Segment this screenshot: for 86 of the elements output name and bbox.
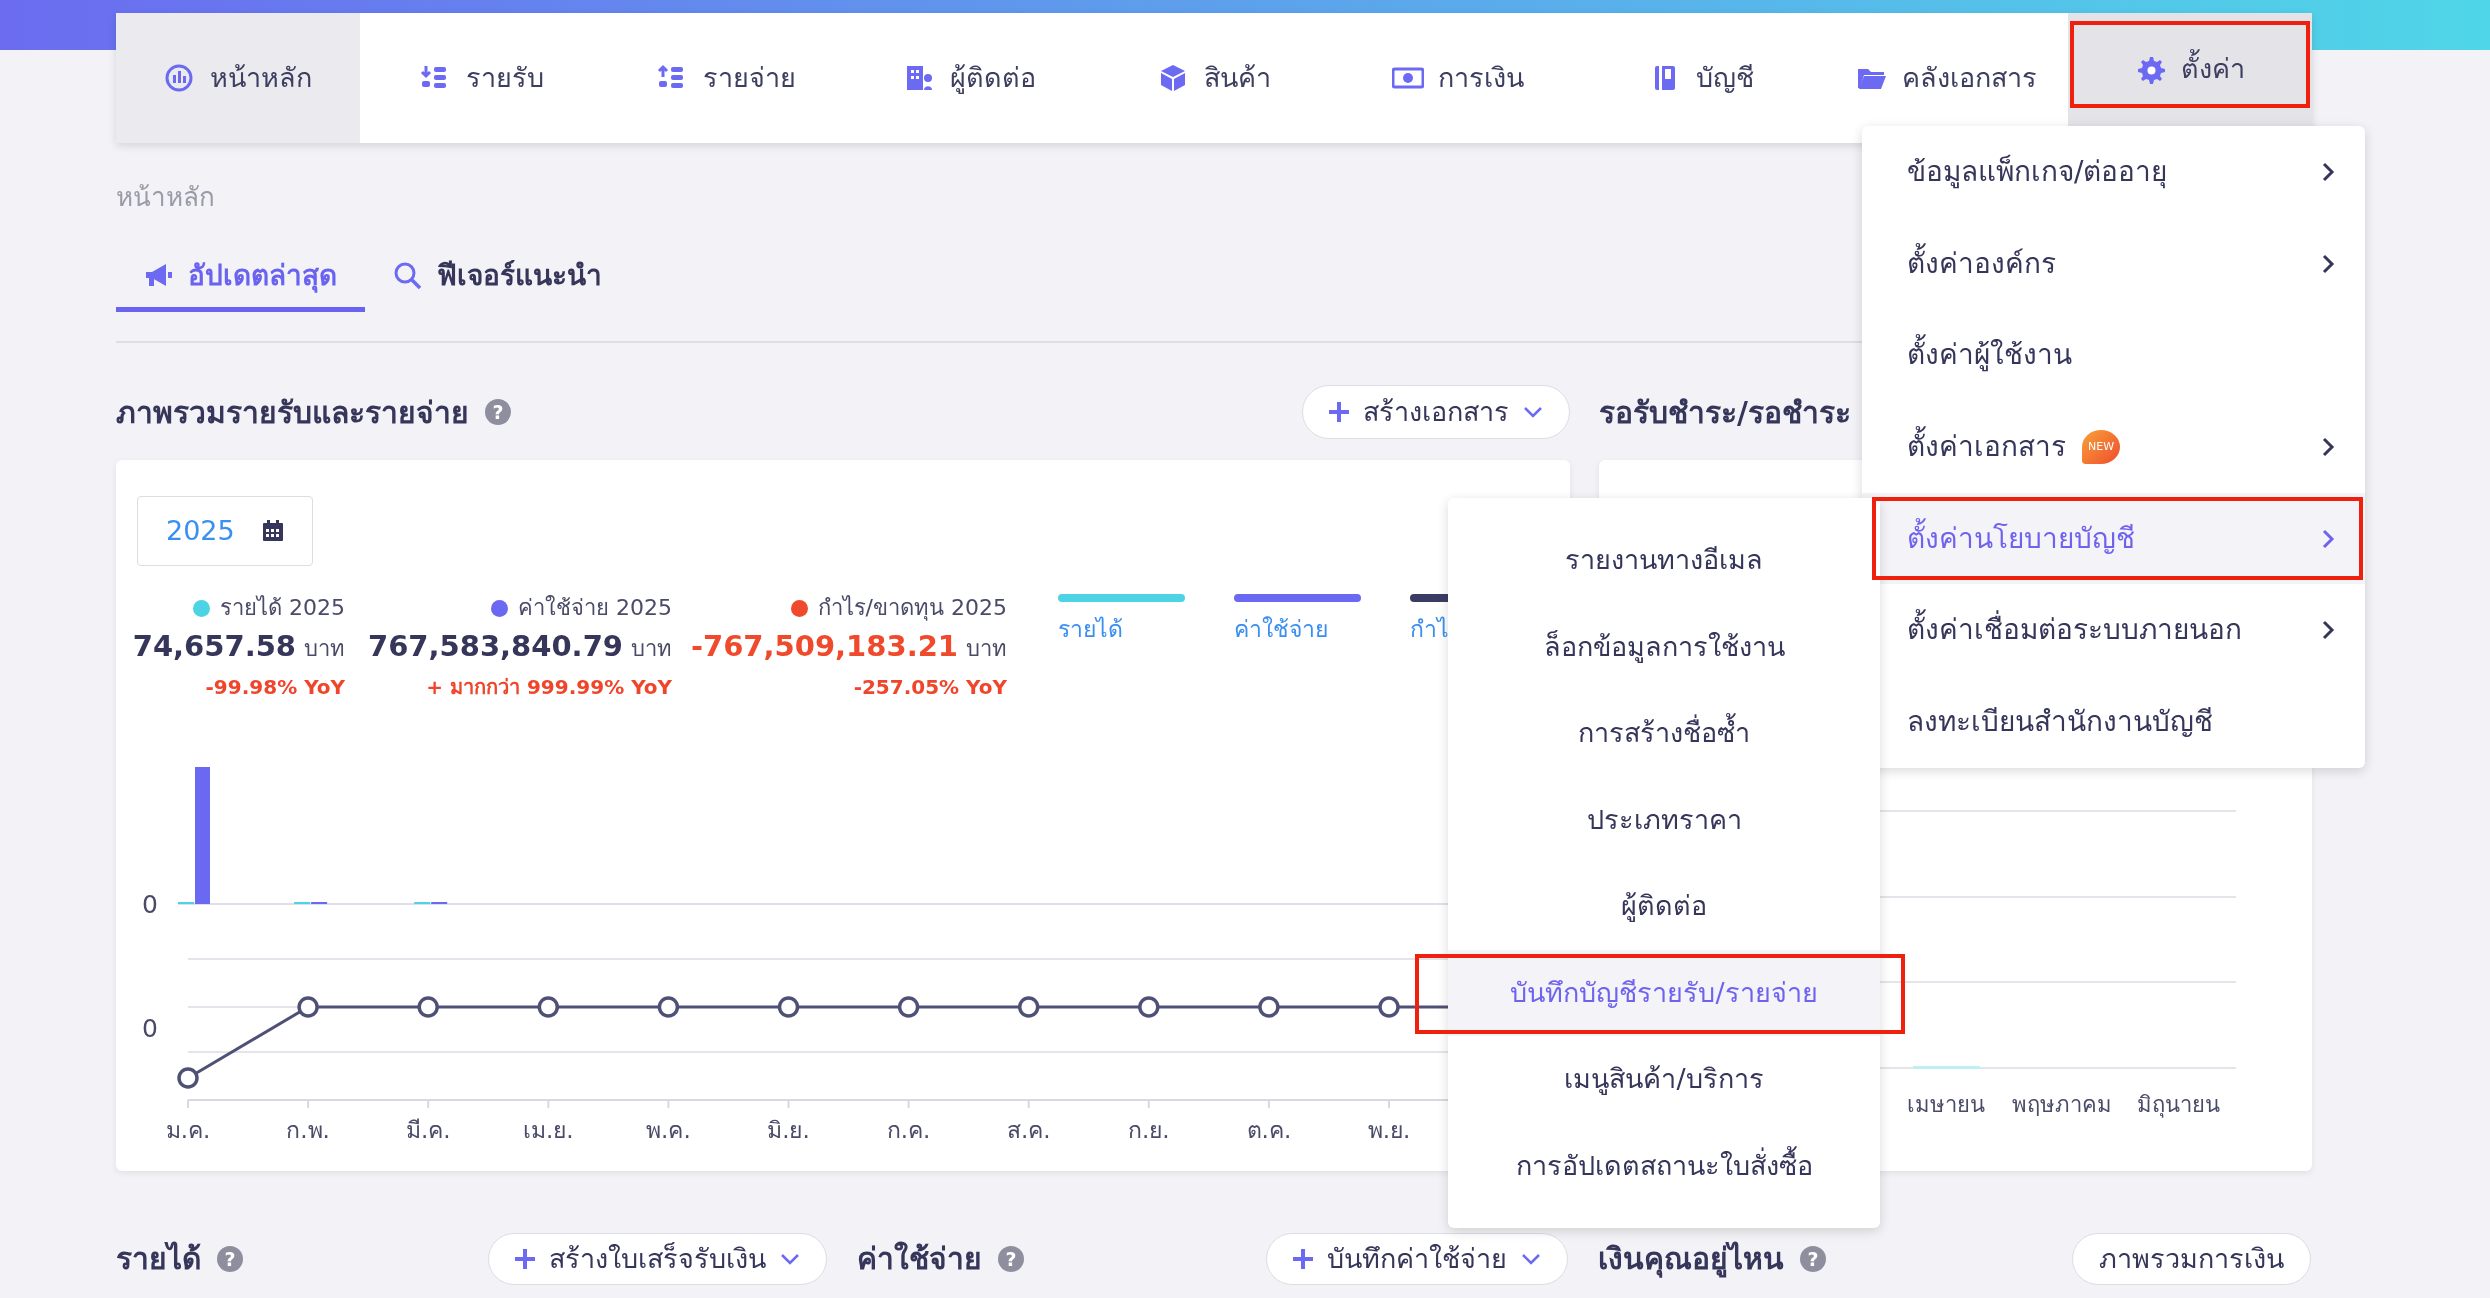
chart-point [1378, 996, 1400, 1018]
month-label: ก.ค. [886, 1117, 931, 1143]
menu-item[interactable]: ข้อมูลแพ็กเกจ/ต่ออายุ [1862, 126, 2365, 218]
section-title: ค่าใช้จ่าย [857, 1240, 982, 1278]
chart-bar [1913, 1066, 1980, 1069]
nav-tab[interactable]: การเงิน [1336, 13, 1580, 143]
chart-point [897, 996, 920, 1018]
chart-point [1017, 996, 1040, 1018]
chart-point [297, 996, 319, 1018]
stat-label: รายได้ 2025 [220, 594, 345, 622]
currency-unit: บาท [966, 635, 1007, 663]
menu-item[interactable]: บันทึกบัญชีรายรับ/รายจ่าย [1448, 949, 1880, 1036]
chart-point [657, 996, 680, 1018]
month-label: เม.ย. [523, 1117, 574, 1143]
month-label: มิ.ย. [767, 1117, 810, 1143]
nav-tab[interactable]: รายรับ [360, 13, 604, 143]
chevron-icon [2321, 252, 2335, 275]
tab[interactable]: ฟีเจอร์แนะนำ [365, 245, 630, 312]
search-icon [393, 261, 423, 291]
tab[interactable]: อัปเดตล่าสุด [116, 245, 365, 312]
stat-label: ค่าใช้จ่าย 2025 [518, 594, 672, 622]
caret-icon [1521, 1252, 1541, 1266]
stat-value: 767,583,840.79 [368, 628, 623, 665]
month-label: ส.ค. [1006, 1117, 1051, 1143]
menu-item[interactable]: การอัปเดตสถานะใบสั่งซื้อ [1448, 1122, 1880, 1209]
menu-item[interactable]: การสร้างชื่อซ้ำ [1448, 690, 1880, 777]
chevron-icon [2321, 160, 2335, 183]
month-label: ม.ค. [165, 1117, 211, 1143]
month-label: ก.พ. [286, 1117, 330, 1143]
create-button[interactable]: สร้างใบเสร็จรับเงิน [488, 1233, 827, 1285]
chart-point [777, 996, 800, 1018]
nav-tab[interactable]: ผู้ติดต่อ [848, 13, 1092, 143]
plus-icon [515, 1249, 535, 1269]
menu-item[interactable]: ตั้งค่าผู้ใช้งาน [1862, 309, 2365, 402]
yoy-change: -257.05% YoY [852, 674, 1007, 701]
month-label: พ.ค. [646, 1117, 691, 1143]
month-label: พฤษภาคม [2012, 1092, 2112, 1117]
nav-tab[interactable]: ตั้งค่า [2068, 13, 2312, 126]
menu-item[interactable]: ตั้งค่าเอกสาร NEW [1862, 401, 2365, 493]
new-badge: NEW [2082, 429, 2120, 464]
menu-item[interactable]: ตั้งค่าองค์กร [1862, 217, 2365, 310]
menu-item[interactable]: เมนูสินค้า/บริการ [1448, 1036, 1880, 1123]
currency-unit: บาท [304, 635, 345, 663]
overview-button[interactable]: ภาพรวมการเงิน [2072, 1233, 2311, 1285]
chart-point [1138, 996, 1160, 1018]
gear-icon [2135, 54, 2167, 85]
menu-item[interactable]: ประเภทราคา [1448, 776, 1880, 863]
create-button[interactable]: บันทึกค่าใช้จ่าย [1266, 1233, 1568, 1285]
month-label: มี.ค. [405, 1117, 451, 1143]
calendar-icon [262, 520, 284, 542]
menu-item[interactable]: ผู้ติดต่อ [1448, 863, 1880, 950]
plus-icon [1293, 1249, 1313, 1269]
axis-label: 0 [142, 890, 158, 919]
nav-tab[interactable]: รายจ่าย [604, 13, 848, 143]
stat-label: กำไร/ขาดทุน 2025 [817, 594, 1007, 623]
yoy-change: -99.98% YoY [204, 674, 345, 701]
chart-point [417, 996, 439, 1018]
breadcrumb: หน้าหลัก [116, 181, 216, 213]
chart-point [177, 1067, 199, 1089]
menu-item[interactable]: ล็อกข้อมูลการใช้งาน [1448, 603, 1880, 690]
month-label: มิถุนายน [2136, 1092, 2220, 1117]
yoy-change: + มากกว่า 999.99% YoY [425, 674, 672, 701]
caret-icon [780, 1252, 800, 1266]
chart-point [537, 996, 560, 1018]
stat-value: 74,657.58 [132, 628, 296, 665]
plus-icon [1329, 402, 1349, 422]
stat-value: -767,509,183.21 [690, 628, 958, 665]
chevron-icon [2321, 619, 2335, 642]
chevron-icon [2321, 527, 2335, 550]
section-title: เงินคุณอยู่ไหน [1598, 1240, 1784, 1279]
section-title: ภาพรวมรายรับและรายจ่าย [116, 393, 469, 432]
axis-label: 0 [142, 1014, 158, 1043]
month-label: ก.ย. [1128, 1117, 1170, 1143]
month-label: ต.ค. [1246, 1117, 1292, 1143]
section-title: รอรับชำระ/รอชำระ [1599, 393, 1851, 432]
chevron-icon [2321, 435, 2335, 458]
caret-icon [1523, 405, 1543, 419]
month-label: เมษายน [1907, 1092, 1985, 1117]
currency-unit: บาท [631, 635, 672, 663]
section-title: รายได้ [116, 1240, 201, 1278]
chart-point [1258, 996, 1280, 1018]
month-label: พ.ย. [1367, 1117, 1411, 1143]
nav-tab[interactable]: หน้าหลัก [116, 13, 360, 143]
nav-tab[interactable]: สินค้า [1092, 13, 1336, 143]
create-document-button[interactable]: สร้างเอกสาร [1302, 385, 1570, 439]
nav-tab[interactable]: บัญชี [1580, 13, 1824, 143]
